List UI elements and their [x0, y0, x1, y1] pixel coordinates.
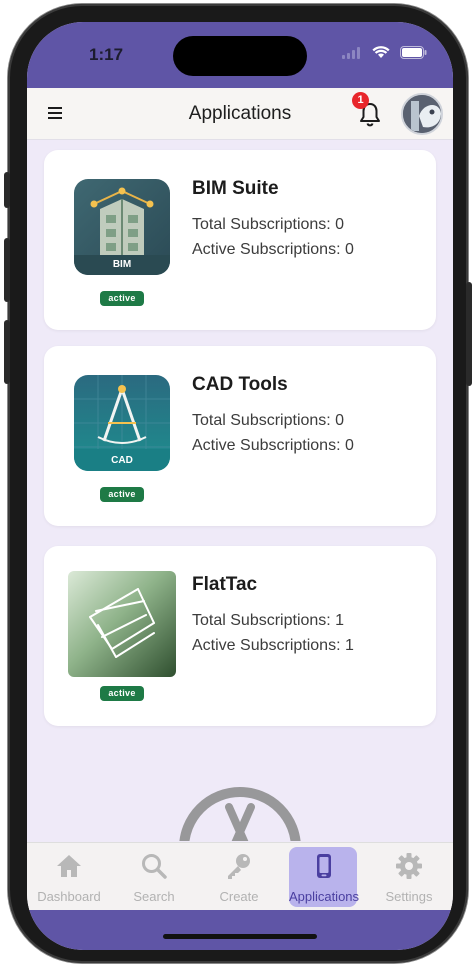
nav-applications[interactable]: Applications — [282, 843, 366, 911]
status-time: 1:17 — [89, 45, 124, 64]
silent-switch — [4, 172, 10, 208]
app-card-bim-suite[interactable]: BIM active BIM Suite Total Subscriptions… — [44, 150, 436, 330]
active-subscriptions: Active Subscriptions: 0 — [192, 437, 354, 454]
home-indicator-area — [27, 910, 453, 950]
status-icons — [342, 46, 427, 64]
app-header: Applications 1 — [27, 88, 453, 140]
notification-badge: 1 — [352, 92, 369, 109]
bim-suite-app-icon: BIM — [74, 179, 170, 275]
nav-search[interactable]: Search — [112, 843, 196, 911]
bottom-nav: Dashboard Search Create Applications Set… — [27, 842, 453, 910]
total-subscriptions: Total Subscriptions: 1 — [192, 612, 345, 629]
power-button — [466, 282, 472, 386]
watermark-logo-icon — [179, 787, 301, 841]
nav-settings[interactable]: Settings — [367, 843, 451, 911]
volume-up-button — [4, 238, 10, 302]
total-subscriptions: Total Subscriptions: 0 — [192, 412, 345, 429]
applications-list: BIM active BIM Suite Total Subscriptions… — [27, 141, 453, 841]
nav-label: Dashboard — [37, 889, 101, 904]
bim-icon-caption: BIM — [112, 259, 132, 270]
status-badge: active — [100, 291, 144, 306]
page-title: Applications — [188, 103, 292, 124]
phone-screen: 1:17 Applications 1 BIM active BIM Suite… — [27, 22, 453, 950]
app-name: BIM Suite — [192, 178, 279, 199]
nav-label: Settings — [385, 889, 433, 904]
home-icon — [57, 855, 81, 877]
app-name: FlatTac — [192, 574, 258, 595]
flattac-app-icon — [68, 571, 176, 677]
volume-down-button — [4, 320, 10, 384]
home-indicator[interactable] — [163, 934, 317, 939]
nav-label: Create — [219, 889, 259, 904]
total-subscriptions: Total Subscriptions: 0 — [192, 216, 345, 233]
nav-label: Search — [133, 889, 175, 904]
nav-dashboard[interactable]: Dashboard — [27, 843, 111, 911]
avatar[interactable] — [401, 93, 443, 135]
nav-create[interactable]: Create — [197, 843, 281, 911]
signal-icon — [342, 46, 362, 64]
dynamic-island — [173, 36, 307, 76]
key-icon — [228, 854, 250, 879]
active-subscriptions: Active Subscriptions: 0 — [192, 241, 354, 258]
app-card-cad-tools[interactable]: CAD active CAD Tools Total Subscriptions… — [44, 346, 436, 526]
nav-label: Applications — [288, 889, 360, 904]
app-name: CAD Tools — [192, 374, 288, 395]
status-bar: 1:17 — [27, 22, 453, 88]
app-card-flattac[interactable]: active FlatTac Total Subscriptions: 1 Ac… — [44, 546, 436, 726]
status-badge: active — [100, 487, 144, 502]
wifi-icon — [372, 46, 390, 64]
avatar-logo-icon — [403, 95, 441, 133]
active-subscriptions: Active Subscriptions: 1 — [192, 637, 354, 654]
cad-tools-app-icon: CAD — [74, 375, 170, 471]
battery-icon — [400, 46, 427, 64]
search-icon — [142, 854, 167, 879]
cad-icon-caption: CAD — [111, 455, 133, 466]
phone-icon — [317, 854, 331, 878]
gear-icon — [396, 853, 422, 879]
status-badge: active — [100, 686, 144, 701]
